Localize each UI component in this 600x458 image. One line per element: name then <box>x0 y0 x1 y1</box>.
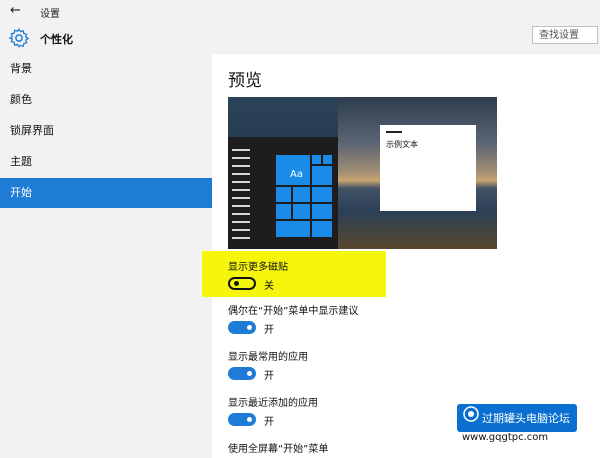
preview-tile <box>323 155 332 164</box>
setting-label-more-tiles: 显示更多磁贴 <box>228 262 288 273</box>
preview-heading: 预览 <box>228 71 262 91</box>
preview-tile-label: Aa <box>290 169 303 180</box>
toggle-state: 开 <box>264 371 274 382</box>
menu-line <box>232 189 250 191</box>
toggle-state: 开 <box>264 417 274 428</box>
preview-tile <box>312 187 332 202</box>
preview-tile <box>312 204 332 219</box>
setting-label-suggestions: 偶尔在“开始”菜单中显示建议 <box>228 306 359 317</box>
sidebar-item-start[interactable]: 开始 <box>0 178 212 208</box>
menu-line <box>232 229 250 231</box>
toggle-state: 关 <box>264 281 274 292</box>
preview-window-bar <box>386 131 402 133</box>
preview-window <box>380 125 476 211</box>
preview-sample-text: 示例文本 <box>386 140 418 149</box>
sidebar-item-themes[interactable]: 主题 <box>0 147 212 177</box>
watermark-text: 过期罐头电脑论坛 <box>482 412 570 425</box>
preview-tile <box>276 204 291 219</box>
page-title: 个性化 <box>40 33 73 46</box>
menu-line <box>232 213 250 215</box>
preview-tile <box>312 155 321 164</box>
preview-tile <box>312 166 332 185</box>
back-arrow-icon[interactable]: ← <box>10 3 21 18</box>
window-title: 设置 <box>40 9 60 20</box>
preview-tile <box>276 221 310 237</box>
menu-line <box>232 165 250 167</box>
menu-line <box>232 197 250 199</box>
menu-line <box>232 237 250 239</box>
sidebar-item-colors[interactable]: 颜色 <box>0 85 212 115</box>
preview-tile <box>276 187 291 202</box>
watermark-logo-icon <box>463 406 479 426</box>
menu-line <box>232 157 250 159</box>
menu-line <box>232 173 250 175</box>
toggle-knob <box>247 371 252 376</box>
toggle-state: 开 <box>264 325 274 336</box>
setting-label-full-screen: 使用全屏幕“开始”菜单 <box>228 444 329 455</box>
sidebar-item-background[interactable]: 背景 <box>0 54 212 84</box>
toggle-knob <box>247 417 252 422</box>
setting-label-recently-added: 显示最近添加的应用 <box>228 398 318 409</box>
menu-line <box>232 149 250 151</box>
menu-line <box>232 221 250 223</box>
header <box>0 22 600 54</box>
toggle-knob <box>234 281 239 286</box>
menu-line <box>232 205 250 207</box>
preview-tile <box>293 187 310 202</box>
toggle-most-used[interactable] <box>228 367 256 380</box>
start-preview-image: Aa 示例文本 <box>228 97 497 249</box>
sidebar-item-lock-screen[interactable]: 锁屏界面 <box>0 116 212 146</box>
title-bar <box>0 0 600 22</box>
toggle-knob <box>247 325 252 330</box>
toggle-more-tiles[interactable] <box>228 277 256 290</box>
search-input[interactable]: 查找设置 <box>532 26 598 44</box>
preview-tile <box>293 204 310 219</box>
toggle-suggestions[interactable] <box>228 321 256 334</box>
menu-line <box>232 181 250 183</box>
watermark-url: www.gqgtpc.com <box>462 432 549 443</box>
preview-tile <box>312 221 332 237</box>
setting-label-most-used: 显示最常用的应用 <box>228 352 308 363</box>
gear-icon <box>8 27 30 53</box>
toggle-recently-added[interactable] <box>228 413 256 426</box>
